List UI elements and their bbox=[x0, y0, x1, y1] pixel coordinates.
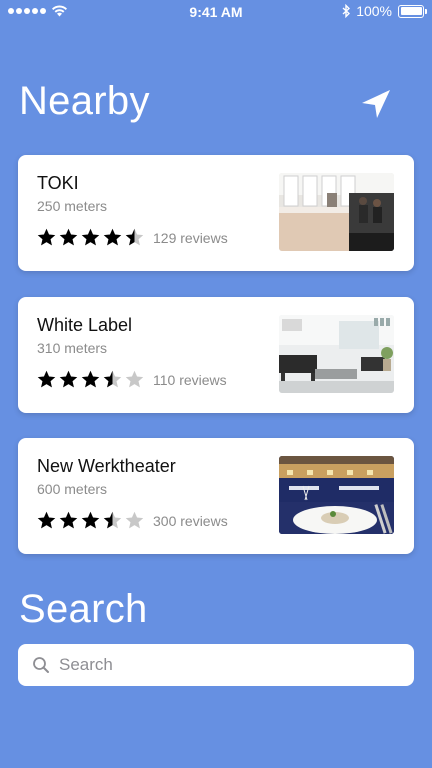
place-distance: 310 meters bbox=[37, 340, 108, 356]
place-card-white-label[interactable]: White Label 310 meters 110 reviews bbox=[18, 297, 414, 413]
search-bar[interactable] bbox=[18, 644, 414, 686]
nearby-title: Nearby bbox=[19, 79, 150, 123]
place-name: New Werktheater bbox=[37, 456, 176, 476]
place-name: White Label bbox=[37, 315, 133, 335]
star-half-icon bbox=[103, 370, 122, 388]
location-arrow-icon bbox=[362, 90, 390, 118]
place-rating: 300 reviews bbox=[36, 510, 228, 531]
search-title: Search bbox=[19, 587, 148, 631]
star-filled-icon bbox=[81, 370, 100, 388]
place-distance: 250 meters bbox=[37, 198, 108, 214]
location-arrow-button[interactable] bbox=[358, 86, 394, 122]
star-rating bbox=[36, 369, 145, 390]
star-half-icon bbox=[103, 511, 122, 529]
place-rating: 110 reviews bbox=[36, 369, 227, 390]
bluetooth-icon bbox=[342, 4, 351, 18]
star-empty-icon bbox=[125, 370, 144, 388]
place-distance: 600 meters bbox=[37, 481, 108, 497]
place-name: TOKI bbox=[37, 173, 79, 193]
star-filled-icon bbox=[81, 228, 100, 246]
star-filled-icon bbox=[59, 228, 78, 246]
review-count: 110 reviews bbox=[153, 371, 227, 388]
review-count: 300 reviews bbox=[153, 512, 228, 529]
place-photo bbox=[279, 173, 394, 251]
battery-percent: 100% bbox=[356, 3, 392, 19]
place-card-new-werktheater[interactable]: New Werktheater 600 meters 300 reviews bbox=[18, 438, 414, 554]
star-rating bbox=[36, 510, 145, 531]
place-card-toki[interactable]: TOKI 250 meters 129 reviews bbox=[18, 155, 414, 271]
review-count: 129 reviews bbox=[153, 229, 228, 246]
star-filled-icon bbox=[59, 370, 78, 388]
star-filled-icon bbox=[59, 511, 78, 529]
star-rating bbox=[36, 227, 145, 248]
star-filled-icon bbox=[37, 370, 56, 388]
battery-icon bbox=[398, 4, 427, 18]
place-rating: 129 reviews bbox=[36, 227, 228, 248]
status-bar: 9:41 AM 100% bbox=[0, 0, 432, 24]
star-filled-icon bbox=[37, 511, 56, 529]
star-half-icon bbox=[125, 228, 144, 246]
star-filled-icon bbox=[37, 228, 56, 246]
search-icon bbox=[33, 657, 49, 673]
place-photo bbox=[279, 456, 394, 534]
place-photo bbox=[279, 315, 394, 393]
star-filled-icon bbox=[81, 511, 100, 529]
status-right: 100% bbox=[342, 3, 427, 19]
star-empty-icon bbox=[125, 511, 144, 529]
search-input[interactable] bbox=[57, 654, 401, 676]
star-filled-icon bbox=[103, 228, 122, 246]
